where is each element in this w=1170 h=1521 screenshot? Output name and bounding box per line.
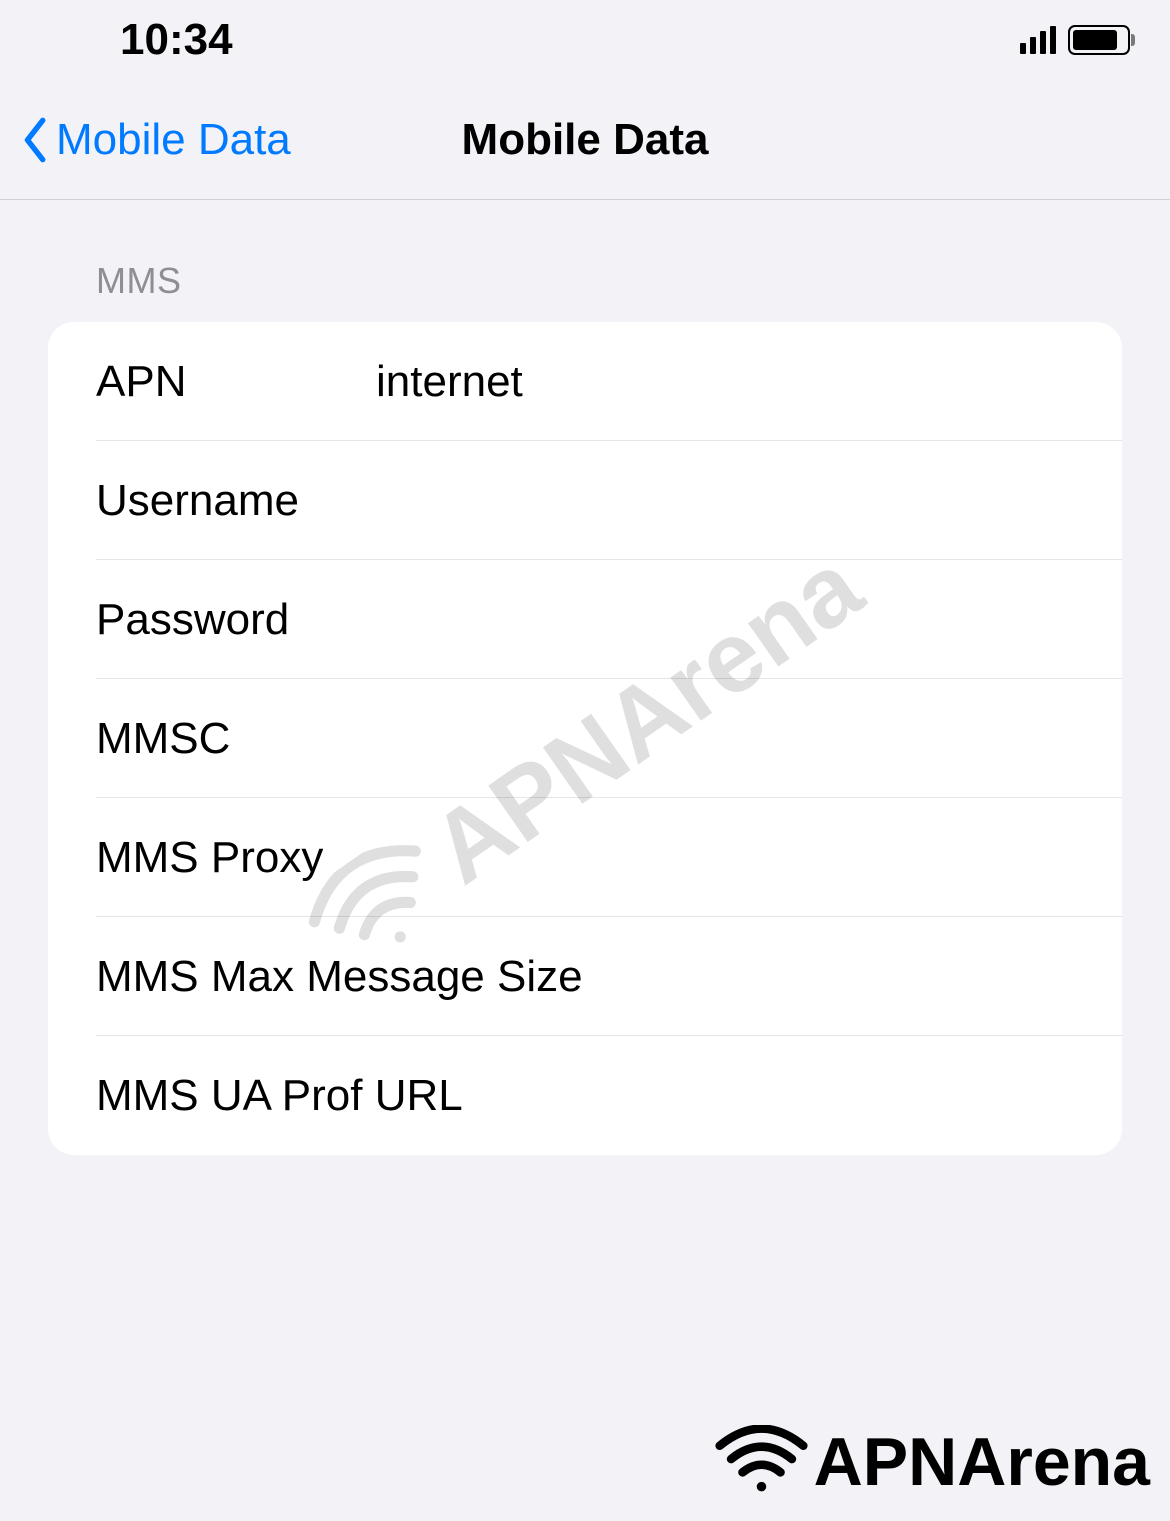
- username-row[interactable]: Username: [48, 441, 1122, 560]
- battery-icon: [1068, 25, 1130, 55]
- section-header-mms: MMS: [48, 260, 1122, 322]
- password-input[interactable]: [376, 595, 1122, 645]
- password-label: Password: [96, 595, 376, 645]
- footer-brand: APNArena: [714, 1423, 1150, 1501]
- back-label: Mobile Data: [56, 115, 291, 165]
- username-input[interactable]: [376, 476, 1122, 526]
- mms-max-message-size-label: MMS Max Message Size: [96, 952, 583, 1002]
- mms-ua-prof-url-label: MMS UA Prof URL: [96, 1071, 463, 1121]
- mmsc-row[interactable]: MMSC: [48, 679, 1122, 798]
- apn-label: APN: [96, 357, 376, 407]
- page-title: Mobile Data: [462, 115, 709, 165]
- status-time: 10:34: [120, 15, 233, 65]
- mms-max-message-size-row[interactable]: MMS Max Message Size: [48, 917, 1122, 1036]
- mmsc-input[interactable]: [376, 714, 1122, 764]
- chevron-back-icon: [20, 116, 48, 164]
- mms-proxy-row[interactable]: MMS Proxy: [48, 798, 1122, 917]
- mms-proxy-input[interactable]: [323, 833, 1122, 883]
- status-icons: [1020, 25, 1130, 55]
- mmsc-label: MMSC: [96, 714, 376, 764]
- mms-settings-group: APN Username Password MMSC MMS Proxy MMS…: [48, 322, 1122, 1155]
- wifi-icon: [714, 1425, 809, 1500]
- mms-max-message-size-input[interactable]: [583, 952, 1122, 1002]
- mms-ua-prof-url-row[interactable]: MMS UA Prof URL: [48, 1036, 1122, 1155]
- nav-bar: Mobile Data Mobile Data: [0, 80, 1170, 200]
- back-button[interactable]: Mobile Data: [20, 115, 291, 165]
- apn-input[interactable]: [376, 357, 1122, 407]
- mms-ua-prof-url-input[interactable]: [463, 1071, 1122, 1121]
- status-bar: 10:34: [0, 0, 1170, 80]
- password-row[interactable]: Password: [48, 560, 1122, 679]
- signal-icon: [1020, 26, 1056, 54]
- footer-brand-text: APNArena: [814, 1423, 1150, 1501]
- username-label: Username: [96, 476, 376, 526]
- mms-proxy-label: MMS Proxy: [96, 833, 323, 883]
- apn-row[interactable]: APN: [48, 322, 1122, 441]
- content: MMS APN Username Password MMSC MMS Proxy: [0, 200, 1170, 1155]
